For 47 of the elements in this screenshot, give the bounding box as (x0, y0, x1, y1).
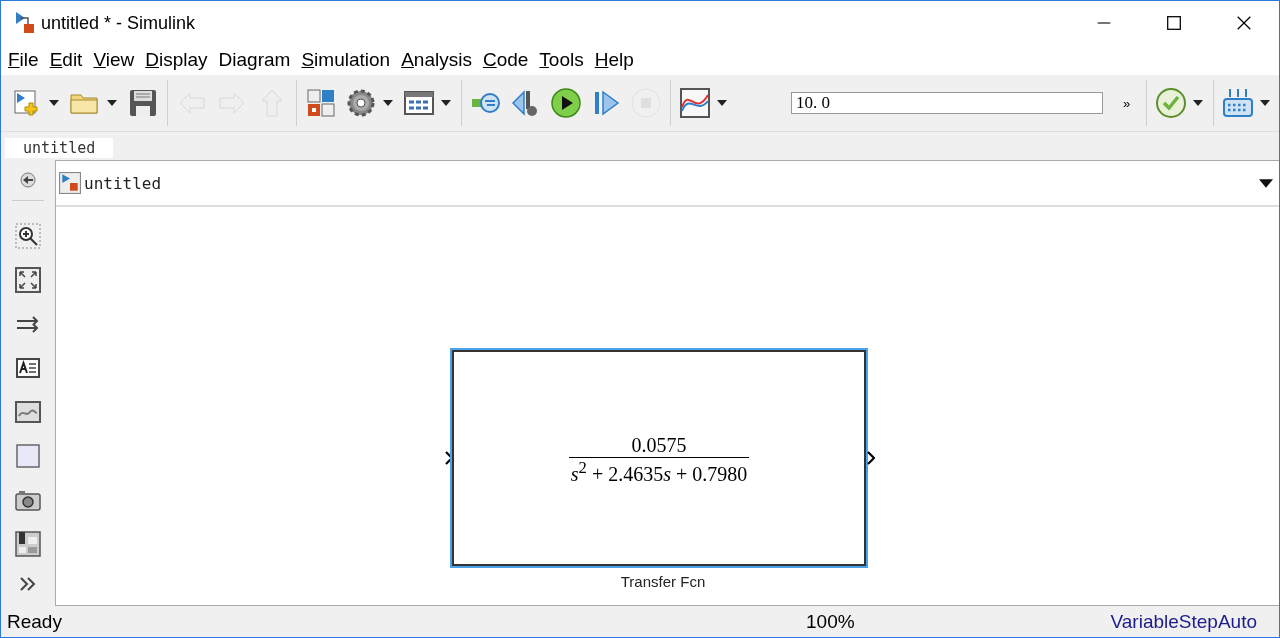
menu-item[interactable]: Diagram (218, 49, 293, 71)
menu-item[interactable]: Edit (49, 49, 85, 71)
fit-view-icon[interactable] (15, 267, 41, 293)
menu-item[interactable]: Analysis (401, 49, 474, 71)
menu-item[interactable]: Code (482, 49, 531, 71)
block-grid-icon (305, 87, 337, 119)
menu-item[interactable]: File (8, 49, 41, 71)
property-inspector-icon[interactable] (15, 531, 41, 557)
solver-name: VariableStepAuto (1110, 610, 1257, 633)
caret-icon[interactable] (1259, 178, 1273, 188)
breadcrumb-label[interactable]: untitled (84, 173, 162, 193)
checkmark-icon (1155, 87, 1188, 119)
build-icon (1222, 87, 1255, 119)
model-icon (59, 172, 81, 194)
window-title: untitled * - Simulink (41, 12, 196, 34)
image-icon[interactable] (15, 399, 41, 425)
back-icon[interactable] (18, 170, 38, 190)
caret-icon[interactable] (717, 100, 727, 106)
expand-icon[interactable] (18, 576, 38, 592)
caret-icon[interactable] (441, 100, 451, 106)
transfer-function-block[interactable]: 0.0575 s$^{2}$ + 2.4635s + 0.7980 (452, 350, 866, 566)
caret-icon[interactable] (107, 100, 117, 106)
block-name: Transfer Fcn (619, 573, 707, 590)
menu-item[interactable]: Display (145, 49, 210, 71)
annotation-icon[interactable] (15, 355, 41, 381)
output-port-icon (867, 451, 875, 465)
menu-item[interactable]: Tools (539, 49, 586, 71)
model-tab[interactable]: untitled (5, 138, 114, 158)
area-icon[interactable] (15, 443, 41, 469)
more-button[interactable]: » (1121, 93, 1133, 113)
zoom-in-icon[interactable] (15, 223, 41, 249)
menu-item[interactable]: Simulation (301, 49, 393, 71)
menu-item[interactable]: Help (594, 49, 636, 71)
zoom-level: 100% (806, 610, 855, 633)
plot-icon (679, 87, 711, 119)
numerator: 0.0575 (630, 434, 688, 458)
denominator: s$^{2}$ + 2.4635s + 0.7980 (568, 457, 750, 486)
stop-time-field[interactable]: 10. 0 (791, 92, 1103, 114)
settings-icon (345, 87, 377, 119)
menu-item[interactable]: View (93, 49, 137, 71)
caret-icon[interactable] (1260, 100, 1271, 106)
play-icon (550, 87, 582, 119)
caret-icon[interactable] (383, 100, 393, 106)
status-text: Ready (7, 610, 63, 633)
caret-icon[interactable] (49, 100, 59, 106)
simulink-logo-icon (13, 11, 37, 35)
caret-icon[interactable] (1193, 100, 1204, 106)
